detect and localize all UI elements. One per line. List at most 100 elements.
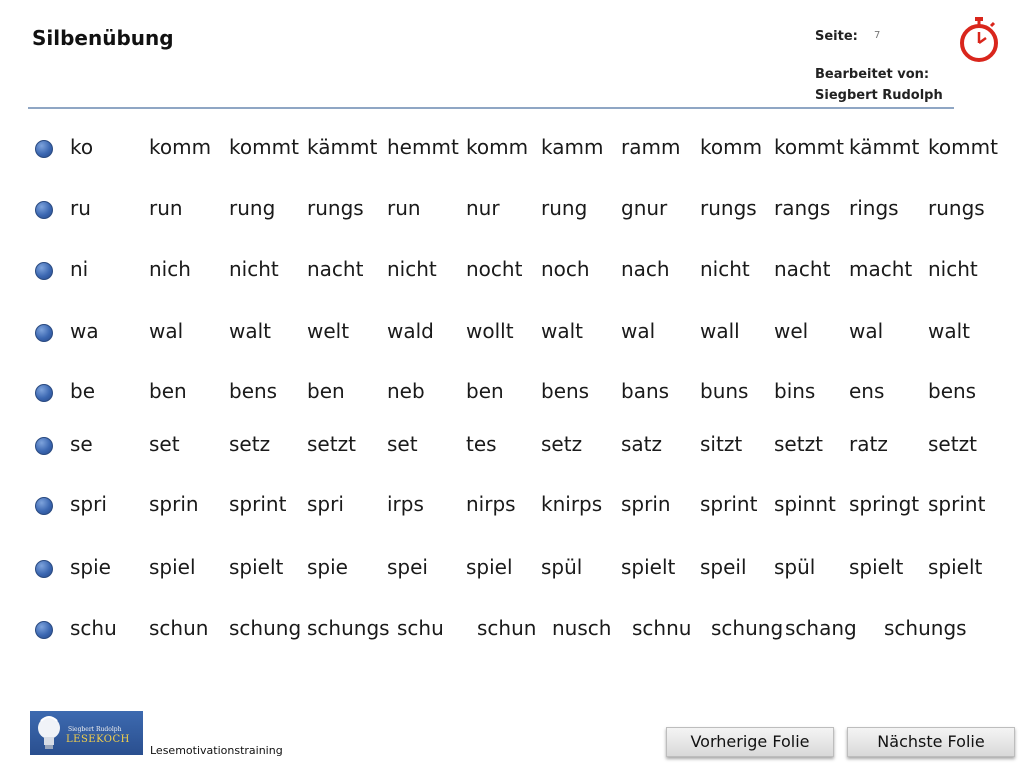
row-bullet-icon[interactable] (35, 497, 53, 515)
word-cell: bens (229, 379, 278, 403)
word-cell: ens (849, 379, 885, 403)
word-cell: spie (307, 555, 348, 579)
word-cell: irps (387, 492, 424, 516)
word-cell: sprint (928, 492, 986, 516)
word-cell: kommt (928, 135, 998, 159)
word-cell: welt (307, 319, 350, 343)
word-cell: ben (466, 379, 504, 403)
word-cell: spri (307, 492, 344, 516)
word-cell: ramm (621, 135, 681, 159)
word-cell: komm (149, 135, 212, 159)
word-cell: set (387, 432, 418, 456)
word-cell: schung (711, 616, 784, 640)
word-cell: sitzt (700, 432, 743, 456)
word-cell: komm (466, 135, 529, 159)
word-cell: schun (149, 616, 209, 640)
word-cell: spül (541, 555, 583, 579)
word-cell: rung (541, 196, 588, 220)
word-cell: rungs (700, 196, 757, 220)
word-cell: speil (700, 555, 747, 579)
word-cell: spei (387, 555, 428, 579)
row-bullet-icon[interactable] (35, 560, 53, 578)
row-bullet-icon[interactable] (35, 324, 53, 342)
word-cell: ben (307, 379, 345, 403)
word-cell: tes (466, 432, 497, 456)
word-cell: setzt (307, 432, 356, 456)
word-cell: sprin (621, 492, 671, 516)
next-slide-button[interactable]: Nächste Folie (847, 727, 1015, 757)
word-cell: schung (229, 616, 302, 640)
row-bullet-icon[interactable] (35, 437, 53, 455)
word-cell: schungs (884, 616, 967, 640)
word-cell: setz (541, 432, 583, 456)
word-cell: nocht (466, 257, 523, 281)
word-cell: bens (541, 379, 590, 403)
word-cell: spiel (466, 555, 513, 579)
row-bullet-icon[interactable] (35, 201, 53, 219)
word-cell: setzt (774, 432, 823, 456)
word-cell: setz (229, 432, 271, 456)
word-cell: schang (785, 616, 857, 640)
word-cell: schnu (632, 616, 692, 640)
previous-slide-button[interactable]: Vorherige Folie (666, 727, 834, 757)
word-cell: wal (849, 319, 884, 343)
word-cell: set (149, 432, 180, 456)
word-cell: run (387, 196, 421, 220)
word-cell: ratz (849, 432, 888, 456)
word-cell: rungs (307, 196, 364, 220)
logo-author-text: Siegbert Rudolph (68, 726, 122, 733)
row-bullet-icon[interactable] (35, 262, 53, 280)
word-cell: wall (700, 319, 740, 343)
word-cell: nach (621, 257, 670, 281)
syllable-cell: spie (70, 555, 111, 579)
word-cell: run (149, 196, 183, 220)
row-bullet-icon[interactable] (35, 621, 53, 639)
word-cell: nicht (928, 257, 978, 281)
word-cell: springt (849, 492, 920, 516)
syllable-cell: be (70, 379, 95, 403)
word-cell: sprint (700, 492, 758, 516)
word-cell: buns (700, 379, 749, 403)
word-cell: rangs (774, 196, 831, 220)
word-cell: ben (149, 379, 187, 403)
word-cell: satz (621, 432, 663, 456)
lightbulb-icon (38, 716, 60, 749)
word-cell: spielt (621, 555, 676, 579)
footer-label: Lesemotivationstraining (150, 744, 283, 757)
word-cell: bens (928, 379, 977, 403)
syllable-cell: wa (70, 319, 99, 343)
word-cell: spielt (928, 555, 983, 579)
word-cell: wollt (466, 319, 514, 343)
word-cell: spinnt (774, 492, 836, 516)
word-cell: kamm (541, 135, 604, 159)
word-cell: nirps (466, 492, 516, 516)
syllable-word-grid: ko komm kommt kämmt hemmt komm kamm ramm komm kom… (0, 0, 1024, 700)
word-cell: setzt (928, 432, 977, 456)
word-cell: nicht (229, 257, 279, 281)
word-cell: spielt (229, 555, 284, 579)
word-cell: schun (477, 616, 537, 640)
word-cell: sprin (149, 492, 199, 516)
syllable-cell: ru (70, 196, 91, 220)
word-cell: rungs (928, 196, 985, 220)
word-cell: wald (387, 319, 434, 343)
word-cell: nacht (307, 257, 364, 281)
word-cell: walt (229, 319, 272, 343)
word-cell: noch (541, 257, 590, 281)
row-bullet-icon[interactable] (35, 384, 53, 402)
word-cell: kämmt (849, 135, 920, 159)
word-cell: walt (541, 319, 584, 343)
word-cell: bins (774, 379, 816, 403)
syllable-cell: schu (70, 616, 117, 640)
word-cell: rings (849, 196, 899, 220)
word-cell: wal (621, 319, 656, 343)
word-cell: spielt (849, 555, 904, 579)
word-cell: spiel (149, 555, 196, 579)
syllable-cell: ko (70, 135, 94, 159)
row-bullet-icon[interactable] (35, 140, 53, 158)
syllable-cell: se (70, 432, 93, 456)
syllable-cell: ni (70, 257, 89, 281)
logo-brand-text: LESEKOCH (66, 734, 130, 745)
word-cell: walt (928, 319, 971, 343)
word-cell: wel (774, 319, 809, 343)
